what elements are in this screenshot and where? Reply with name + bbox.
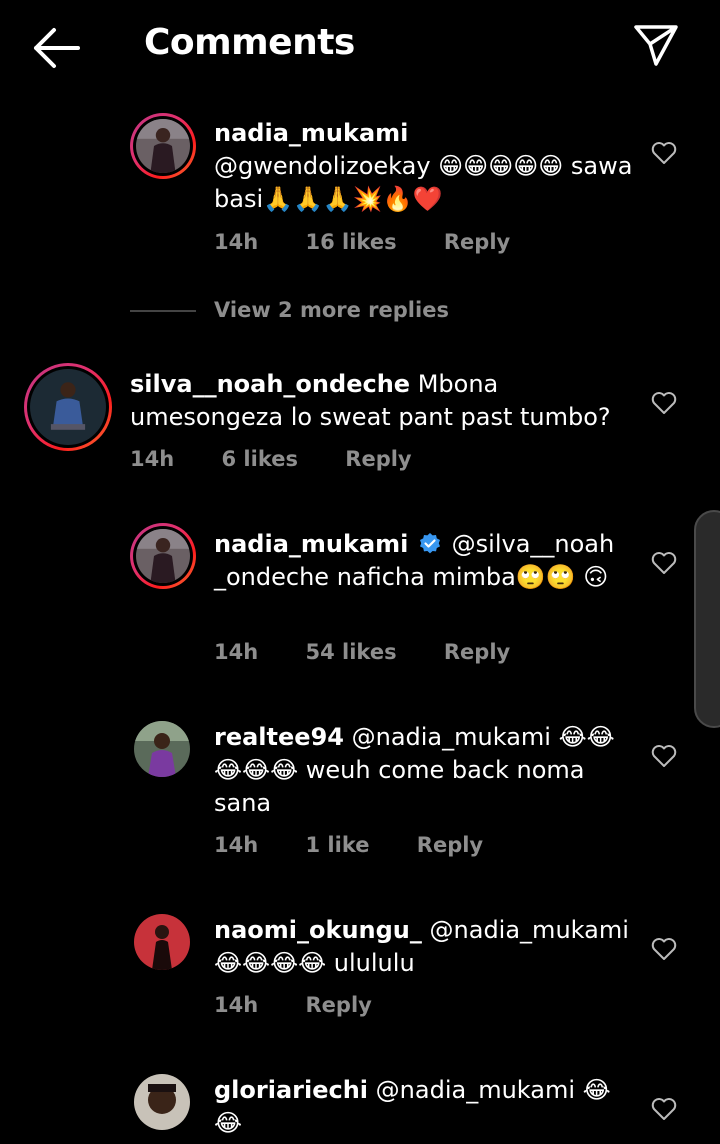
heart-outline-icon[interactable] bbox=[651, 141, 677, 165]
avatar[interactable] bbox=[130, 523, 196, 589]
view-more-replies-button[interactable]: View 2 more replies bbox=[214, 298, 449, 322]
comment-likes[interactable]: 54 likes bbox=[306, 640, 397, 664]
avatar-photo bbox=[136, 119, 190, 173]
comment-username[interactable]: naomi_okungu_ bbox=[214, 916, 422, 944]
reply-button[interactable]: Reply bbox=[306, 993, 372, 1017]
comment-time: 14h bbox=[214, 640, 259, 664]
comment-meta: 14h Reply bbox=[214, 993, 412, 1017]
heart-outline-icon[interactable] bbox=[651, 937, 677, 961]
comment-username[interactable]: realtee94 bbox=[214, 723, 344, 751]
avatar[interactable] bbox=[134, 1074, 190, 1130]
scroll-handle[interactable] bbox=[694, 510, 720, 728]
comment-likes[interactable]: 6 likes bbox=[222, 447, 298, 471]
comment-likes[interactable]: 16 likes bbox=[306, 230, 397, 254]
avatar-photo bbox=[134, 914, 190, 970]
heart-outline-icon[interactable] bbox=[651, 391, 677, 415]
heart-outline-icon[interactable] bbox=[651, 551, 677, 575]
comment-time: 14h bbox=[214, 993, 259, 1017]
avatar-photo bbox=[30, 369, 106, 445]
avatar[interactable] bbox=[134, 721, 190, 777]
page-title: Comments bbox=[144, 22, 355, 63]
avatar-photo bbox=[136, 529, 190, 583]
reply-button[interactable]: Reply bbox=[444, 640, 510, 664]
avatar[interactable] bbox=[134, 914, 190, 970]
comment-body: @gwendolizoekay 😁😁😁😁😁 sawa basi🙏🙏🙏💥🔥❤️ bbox=[214, 152, 633, 213]
comment-time: 14h bbox=[214, 230, 259, 254]
back-arrow-icon[interactable] bbox=[30, 26, 82, 70]
comment-meta: 14h 6 likes Reply bbox=[130, 447, 452, 471]
header-bar: Comments bbox=[0, 0, 720, 96]
paper-plane-icon[interactable] bbox=[632, 22, 680, 68]
verified-badge-icon bbox=[420, 533, 441, 554]
divider bbox=[130, 310, 196, 312]
comment-time: 14h bbox=[130, 447, 175, 471]
comment-username[interactable]: silva__noah_ondeche bbox=[130, 370, 410, 398]
heart-outline-icon[interactable] bbox=[651, 744, 677, 768]
avatar-photo bbox=[134, 721, 190, 777]
comment-meta: 14h 1 like Reply bbox=[214, 833, 523, 857]
avatar[interactable] bbox=[130, 113, 196, 179]
reply-button[interactable]: Reply bbox=[417, 833, 483, 857]
comment-username[interactable]: gloriariechi bbox=[214, 1076, 368, 1104]
comment-likes[interactable]: 1 like bbox=[306, 833, 370, 857]
heart-outline-icon[interactable] bbox=[651, 1097, 677, 1121]
avatar-photo bbox=[134, 1074, 190, 1130]
reply-button[interactable]: Reply bbox=[444, 230, 510, 254]
comment-meta: 14h 54 likes Reply bbox=[214, 640, 550, 664]
comment-meta: 14h 16 likes Reply bbox=[214, 230, 550, 254]
reply-button[interactable]: Reply bbox=[345, 447, 411, 471]
comment-username[interactable]: nadia_mukami bbox=[214, 530, 408, 558]
avatar[interactable] bbox=[24, 363, 112, 451]
comment-time: 14h bbox=[214, 833, 259, 857]
comment-username[interactable]: nadia_mukami bbox=[214, 119, 408, 147]
